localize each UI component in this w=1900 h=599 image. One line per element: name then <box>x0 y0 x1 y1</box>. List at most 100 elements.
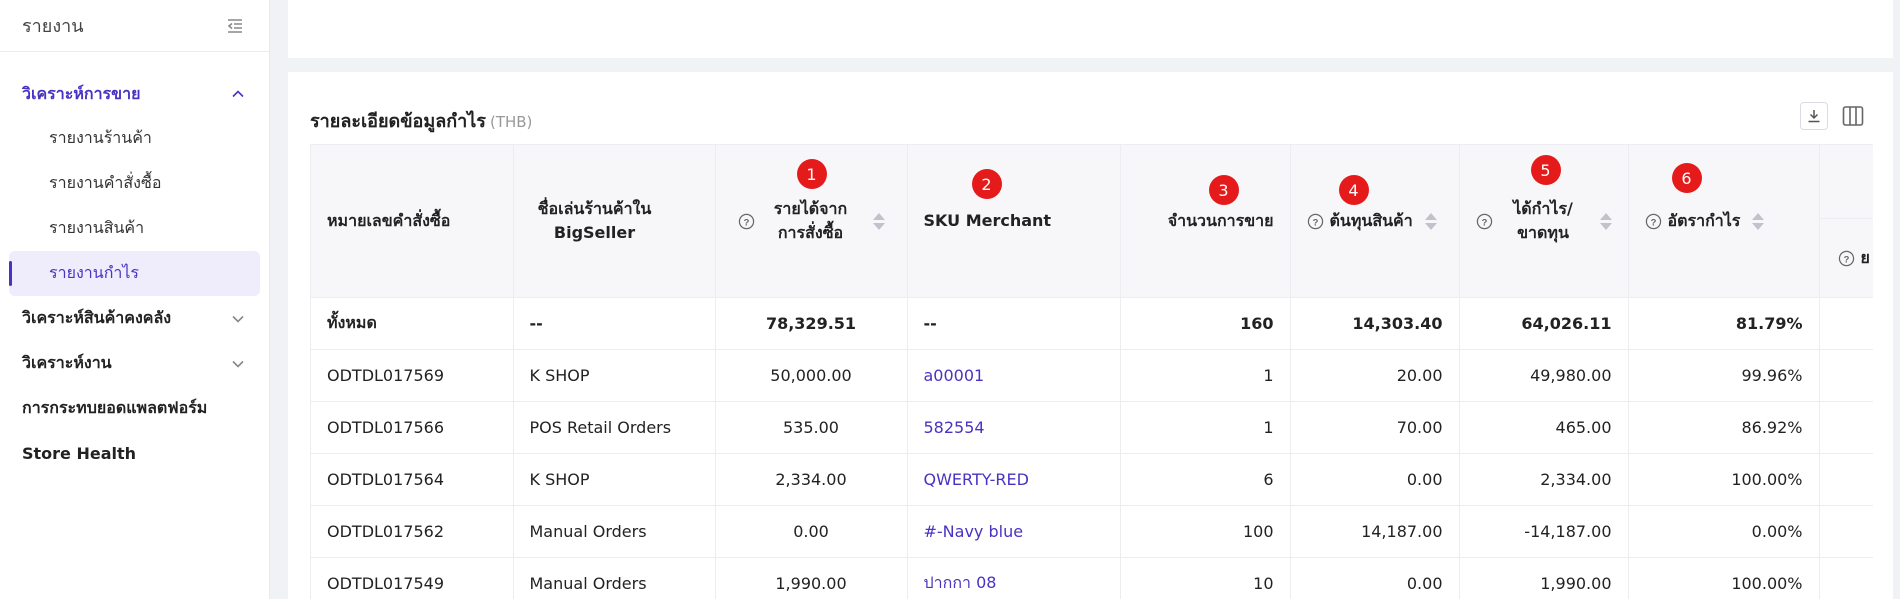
table-row: ODTDL017569 K SHOP 50,000.00 a00001 1 20… <box>311 349 1873 402</box>
cost: 0.00 <box>1290 453 1460 506</box>
sku-link[interactable]: ปากกา 08 <box>907 557 1121 599</box>
shop-name: Manual Orders <box>513 557 716 599</box>
order-no: ODTDL017562 <box>311 505 514 558</box>
sidebar-item-shop-report[interactable]: รายงานร้านค้า <box>9 116 260 161</box>
help-icon[interactable]: ? <box>1307 213 1324 230</box>
cost: 70.00 <box>1290 401 1460 454</box>
sidebar-item-label: วิเคราะห์สินค้าคงคลัง <box>22 308 172 327</box>
extra-cell <box>1819 401 1873 454</box>
table-row: ODTDL017564 K SHOP 2,334.00 QWERTY-RED 6… <box>311 453 1873 506</box>
annotation-badge: 2 <box>971 169 1002 199</box>
card-title: รายละเอียดข้อมูลกำไร (THB) <box>310 106 532 135</box>
svg-text:?: ? <box>743 217 749 228</box>
total-qty: 160 <box>1120 297 1291 350</box>
col-header-order-no: หมายเลขคำสั่งซื้อ <box>311 145 514 298</box>
order-no: ODTDL017549 <box>311 557 514 599</box>
margin: 100.00% <box>1628 557 1820 599</box>
order-no: ODTDL017564 <box>311 453 514 506</box>
sidebar-item-label: การกระทบยอดแพลตฟอร์ม <box>22 398 208 417</box>
sidebar-group-sales-analysis[interactable]: วิเคราะห์การขาย <box>0 72 269 116</box>
col-header-extra: ? ย <box>1819 145 1873 298</box>
top-panel <box>288 0 1893 58</box>
help-icon[interactable]: ? <box>1476 213 1493 230</box>
shop-name: Manual Orders <box>513 505 716 558</box>
cost: 20.00 <box>1290 349 1460 402</box>
sidebar-item-inventory-analysis[interactable]: วิเคราะห์สินค้าคงคลัง <box>0 296 269 341</box>
total-sku: -- <box>907 297 1121 350</box>
sort-icon[interactable] <box>1752 212 1765 230</box>
sidebar-item-store-health[interactable]: Store Health <box>0 431 269 476</box>
qty: 100 <box>1120 505 1291 558</box>
col-header-margin[interactable]: 6 ? อัตรากำไร <box>1628 145 1820 298</box>
sidebar-item-label: รายงานสินค้า <box>49 218 145 237</box>
sidebar-item-platform-reconciliation[interactable]: การกระทบยอดแพลตฟอร์ม <box>0 386 269 431</box>
cost: 14,187.00 <box>1290 505 1460 558</box>
sidebar-item-task-analysis[interactable]: วิเคราะห์งาน <box>0 341 269 386</box>
sidebar-item-profit-report[interactable]: รายงานกำไร <box>9 251 260 296</box>
help-icon[interactable]: ? <box>738 213 755 230</box>
download-icon <box>1808 110 1820 123</box>
sku-link[interactable]: 582554 <box>907 401 1121 454</box>
cost: 0.00 <box>1290 557 1460 599</box>
sidebar-item-order-report[interactable]: รายงานคำสั่งซื้อ <box>9 161 260 206</box>
sidebar-item-product-report[interactable]: รายงานสินค้า <box>9 206 260 251</box>
annotation-badge: 5 <box>1530 155 1561 185</box>
col-header-revenue[interactable]: 1 ? รายได้จากการสั่งซื้อ <box>715 145 908 298</box>
col-header-shop-name: ชื่อเล่นร้านค้าใน BigSeller <box>513 145 716 298</box>
columns-icon <box>1842 106 1864 126</box>
help-icon[interactable]: ? <box>1838 250 1855 267</box>
help-icon[interactable]: ? <box>1645 213 1662 230</box>
chevron-down-icon <box>232 315 244 323</box>
table-row: ODTDL017562 Manual Orders 0.00 #-Navy bl… <box>311 505 1873 558</box>
sidebar-item-label: รายงานร้านค้า <box>49 128 152 147</box>
col-header-sku: 2 SKU Merchant <box>907 145 1121 298</box>
sku-link[interactable]: QWERTY-RED <box>907 453 1121 506</box>
sku-link[interactable]: #-Navy blue <box>907 505 1121 558</box>
profit: 2,334.00 <box>1459 453 1629 506</box>
profit-table: หมายเลขคำสั่งซื้อ ชื่อเล่นร้านค้าใน BigS… <box>311 145 1873 599</box>
margin: 99.96% <box>1628 349 1820 402</box>
table-row: ODTDL017549 Manual Orders 1,990.00 ปากกา… <box>311 557 1873 599</box>
table-row: ODTDL017566 POS Retail Orders 535.00 582… <box>311 401 1873 454</box>
sort-icon[interactable] <box>1424 212 1437 230</box>
svg-text:?: ? <box>1843 254 1849 265</box>
profit-table-container: หมายเลขคำสั่งซื้อ ชื่อเล่นร้านค้าใน BigS… <box>310 144 1873 599</box>
col-header-profit[interactable]: 5 ? ได้กำไร/ขาดทุน <box>1459 145 1629 298</box>
revenue: 0.00 <box>715 505 908 558</box>
margin: 100.00% <box>1628 453 1820 506</box>
sort-icon[interactable] <box>872 212 885 230</box>
sidebar: รายงาน วิเคราะห์การขาย รายงานร้านค้า ราย… <box>0 0 270 599</box>
download-button[interactable] <box>1800 102 1828 130</box>
total-profit: 64,026.11 <box>1459 297 1629 350</box>
revenue: 1,990.00 <box>715 557 908 599</box>
chevron-down-icon <box>232 360 244 368</box>
svg-text:?: ? <box>1481 217 1487 228</box>
profit-detail-card: รายละเอียดข้อมูลกำไร (THB) หมายเลขคำสั่งซ… <box>288 72 1893 599</box>
margin: 0.00% <box>1628 505 1820 558</box>
col-header-qty: 3 จำนวนการขาย <box>1120 145 1291 298</box>
order-no: ODTDL017566 <box>311 401 514 454</box>
total-label: ทั้งหมด <box>311 297 514 350</box>
revenue: 2,334.00 <box>715 453 908 506</box>
columns-button[interactable] <box>1838 101 1868 131</box>
order-no: ODTDL017569 <box>311 349 514 402</box>
extra-cell <box>1819 557 1873 599</box>
extra-cell <box>1819 349 1873 402</box>
shop-name: POS Retail Orders <box>513 401 716 454</box>
total-cost: 14,303.40 <box>1290 297 1460 350</box>
col-header-cost[interactable]: 4 ? ต้นทุนสินค้า <box>1290 145 1460 298</box>
chevron-up-icon <box>232 90 244 98</box>
profit: -14,187.00 <box>1459 505 1629 558</box>
shop-name: K SHOP <box>513 349 716 402</box>
profit: 1,990.00 <box>1459 557 1629 599</box>
qty: 1 <box>1120 349 1291 402</box>
total-margin: 81.79% <box>1628 297 1820 350</box>
sidebar-item-label: รายงานคำสั่งซื้อ <box>49 173 162 192</box>
sku-link[interactable]: a00001 <box>907 349 1121 402</box>
sort-icon[interactable] <box>1599 212 1612 230</box>
menu-collapse-icon[interactable] <box>225 16 245 36</box>
qty: 6 <box>1120 453 1291 506</box>
sidebar-item-label: วิเคราะห์งาน <box>22 353 112 372</box>
table-total-row: ทั้งหมด -- 78,329.51 -- 160 14,303.40 64… <box>311 297 1873 350</box>
qty: 1 <box>1120 401 1291 454</box>
